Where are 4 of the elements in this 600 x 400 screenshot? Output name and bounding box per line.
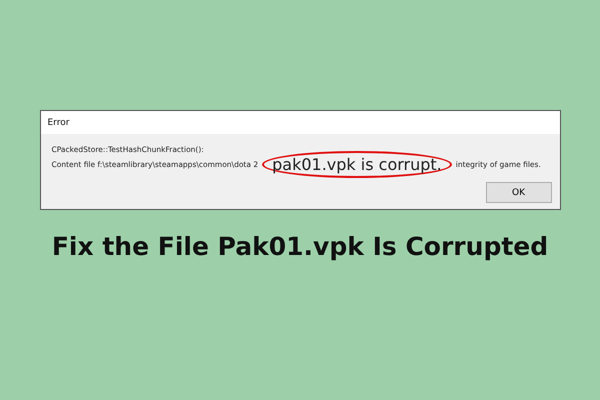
ok-button[interactable]: OK xyxy=(486,182,552,203)
dialog-title: Error xyxy=(48,118,70,128)
highlighted-text: pak01.vpk is corrupt. xyxy=(262,151,452,178)
headline: Fix the File Pak01.vpk Is Corrupted xyxy=(52,232,548,261)
